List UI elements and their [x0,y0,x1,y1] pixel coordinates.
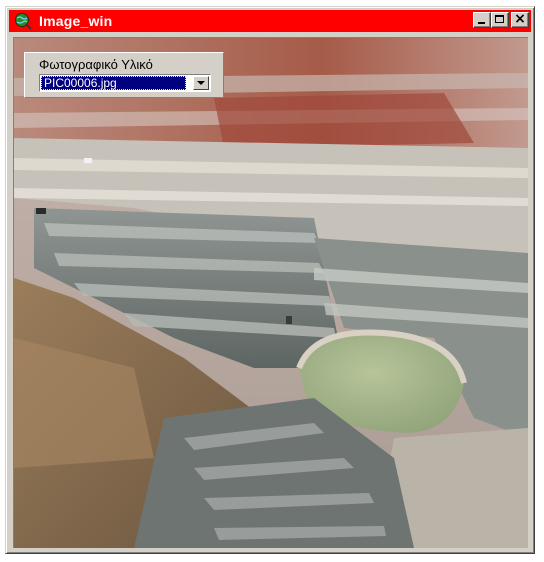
window-title: Image_win [39,13,113,29]
minimize-icon [478,22,485,24]
photo-material-label: Φωτογραφικό Υλικό [39,57,153,72]
open-pit-mine-photo [14,38,528,548]
photo-file-select[interactable]: PIC00006.jpg [39,74,211,92]
image-window: Image_win × Φωτογραφικό Υλικό PIC00006.j… [5,6,535,554]
maximize-icon [495,15,504,23]
close-icon: × [514,11,526,27]
maximize-button[interactable] [491,12,509,28]
minimize-button[interactable] [473,12,491,28]
close-button[interactable]: × [511,11,529,28]
photo-selector-panel: Φωτογραφικό Υλικό PIC00006.jpg [24,52,224,98]
title-buttons: × [473,11,529,28]
selected-file-value[interactable]: PIC00006.jpg [41,76,186,90]
title-bar[interactable]: Image_win × [9,10,531,32]
chevron-down-icon [197,81,205,85]
globe-search-icon [13,11,33,31]
image-viewport: Φωτογραφικό Υλικό PIC00006.jpg [13,37,528,548]
dropdown-button[interactable] [193,76,209,90]
